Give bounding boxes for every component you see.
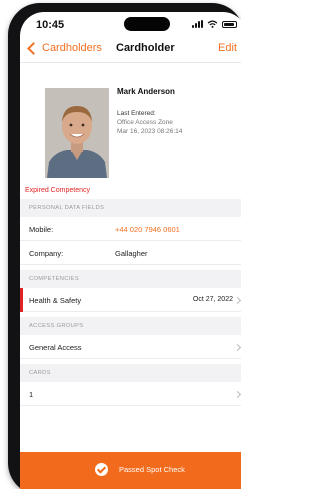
access-group-row[interactable]: General Access <box>20 335 241 359</box>
chevron-right-icon <box>233 390 241 399</box>
check-circle-icon <box>95 463 108 476</box>
competency-row[interactable]: Health & Safety Oct 27, 2022 <box>20 288 241 312</box>
spot-check-label: Passed Spot Check <box>119 465 185 474</box>
stage: 10:45 Cardholders Cardholder Edit Mark A… <box>0 0 241 489</box>
card-row[interactable]: 1 <box>20 382 241 406</box>
access-group-label: General Access <box>29 343 82 352</box>
last-entered-time: Mar 16, 2023 08:26:14 <box>117 128 183 135</box>
back-button[interactable]: Cardholders <box>26 41 102 55</box>
last-entered-zone: Office Access Zone <box>117 119 173 126</box>
cardholder-name: Mark Anderson <box>117 87 175 96</box>
company-label: Company: <box>29 249 64 258</box>
profile-section: Mark Anderson Last Entered: Office Acces… <box>20 62 241 182</box>
chevron-left-icon <box>27 41 40 55</box>
company-value: Gallagher <box>115 249 148 258</box>
phone-screen: 10:45 Cardholders Cardholder Edit Mark A… <box>20 12 241 489</box>
chevron-right-icon <box>233 296 241 305</box>
competency-date: Oct 27, 2022 <box>192 296 233 303</box>
status-time: 10:45 <box>36 19 65 31</box>
last-entered-label: Last Entered: <box>117 110 156 117</box>
wifi-icon <box>207 20 218 28</box>
status-icons <box>192 20 237 28</box>
expired-indicator <box>20 288 23 312</box>
mobile-label: Mobile: <box>29 225 54 234</box>
signal-icon <box>192 20 203 28</box>
phone-frame: 10:45 Cardholders Cardholder Edit Mark A… <box>8 3 241 489</box>
mobile-value[interactable]: +44 020 7946 0601 <box>115 225 180 234</box>
expired-competency-label: Expired Competency <box>25 187 90 194</box>
battery-icon <box>222 21 237 28</box>
spot-check-bar[interactable]: Passed Spot Check <box>20 452 241 489</box>
back-label: Cardholders <box>42 42 102 54</box>
personal-data-header: PERSONAL DATA FIELDS <box>20 199 241 217</box>
cardholder-photo <box>45 88 109 178</box>
access-groups-header: ACCESS GROUPS <box>20 317 241 335</box>
competency-label: Health & Safety <box>29 296 82 305</box>
company-row: Company: Gallagher <box>20 241 241 265</box>
chevron-right-icon <box>233 343 241 352</box>
nav-bar: Cardholders Cardholder Edit <box>20 36 241 63</box>
status-bar: 10:45 <box>20 12 241 38</box>
cards-header: CARDS <box>20 364 241 382</box>
mobile-row[interactable]: Mobile: +44 020 7946 0601 <box>20 217 241 241</box>
edit-button[interactable]: Edit <box>218 42 237 54</box>
competencies-header: COMPETENCIES <box>20 270 241 288</box>
page-title: Cardholder <box>116 42 175 54</box>
dynamic-island <box>124 17 170 31</box>
card-label: 1 <box>29 390 34 399</box>
